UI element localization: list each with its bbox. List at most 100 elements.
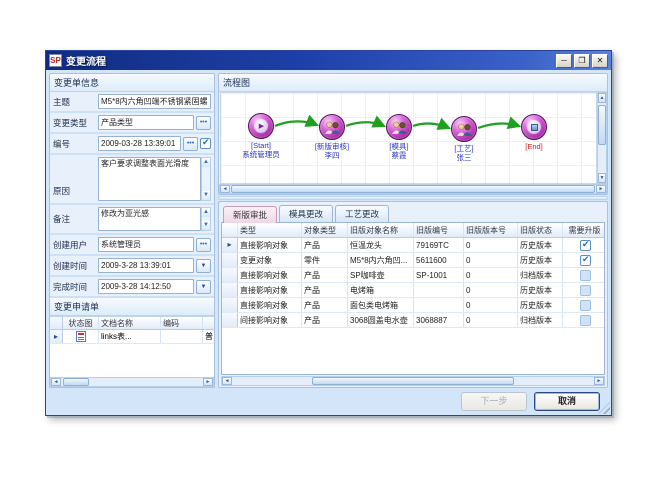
minimize-button[interactable]: ─ bbox=[556, 54, 572, 68]
change-type-input[interactable] bbox=[98, 115, 194, 130]
finished-time-label: 完成时间 bbox=[53, 281, 98, 293]
scroll-left-icon[interactable]: ◄ bbox=[220, 185, 230, 193]
col-old-code[interactable]: 旧版编号 bbox=[414, 223, 464, 237]
flow-node-end[interactable] bbox=[521, 114, 547, 140]
need-upgrade-checkbox[interactable] bbox=[580, 300, 591, 311]
row-selector-arrow: ▸ bbox=[227, 240, 231, 250]
need-upgrade-checkbox[interactable] bbox=[580, 270, 591, 281]
change-type-label: 变更类型 bbox=[53, 117, 98, 129]
change-request-grid: 状态图 文档名称 编码 ▸ links表... 普 bbox=[50, 316, 214, 377]
need-upgrade-checkbox[interactable] bbox=[580, 240, 591, 251]
creator-label: 创建用户 bbox=[53, 239, 98, 251]
scroll-up-icon[interactable]: ▲ bbox=[598, 93, 606, 103]
flow-chart-canvas[interactable]: ▶ [Start]系统管理员 bbox=[220, 92, 597, 184]
scroll-right-icon[interactable]: ► bbox=[596, 185, 606, 193]
end-cube-icon bbox=[531, 124, 538, 131]
scroll-down-icon[interactable]: ▼ bbox=[202, 191, 210, 200]
scroll-down-icon[interactable]: ▼ bbox=[202, 221, 210, 230]
table-row[interactable]: 直接影响对象 产品 面包类电烤箱 0 历史版本 bbox=[222, 298, 604, 313]
col-old-name[interactable]: 旧版对象名称 bbox=[348, 223, 414, 237]
reason-scrollbar[interactable]: ▲ ▼ bbox=[201, 157, 211, 201]
number-checkbox[interactable] bbox=[200, 138, 211, 149]
code-column-header[interactable]: 编码 bbox=[161, 317, 203, 329]
col-old-status[interactable]: 旧版状态 bbox=[518, 223, 563, 237]
flow-node-start[interactable]: ▶ bbox=[248, 113, 274, 139]
table-row[interactable]: 直接影响对象 产品 电烤箱 0 历史版本 bbox=[222, 283, 604, 298]
flow-vscrollbar[interactable]: ▲ ▼ bbox=[597, 92, 607, 184]
col-old-version[interactable]: 旧版版本号 bbox=[464, 223, 518, 237]
tab-strip: 新版审批 模具更改 工艺更改 bbox=[221, 204, 605, 222]
creator-input[interactable] bbox=[98, 237, 194, 252]
scroll-up-icon[interactable]: ▲ bbox=[202, 158, 210, 167]
reason-textarea[interactable]: 客户要求调整表面光滑度 bbox=[98, 157, 201, 201]
request-grid-hscrollbar[interactable]: ◄ ► bbox=[50, 377, 214, 387]
col-need-upgrade[interactable]: 需要升版 bbox=[563, 223, 605, 237]
need-upgrade-checkbox[interactable] bbox=[580, 255, 591, 266]
flow-node-mold[interactable] bbox=[386, 114, 412, 140]
reason-label: 原因 bbox=[53, 185, 98, 201]
scroll-down-icon[interactable]: ▼ bbox=[598, 173, 606, 183]
created-time-input[interactable] bbox=[98, 258, 194, 273]
subject-row: 主题 bbox=[50, 92, 214, 113]
table-row[interactable]: ▸ 直接影响对象 产品 恒温龙头 79169TC 0 历史版本 bbox=[222, 238, 604, 253]
code-cell bbox=[161, 330, 203, 343]
people-icon bbox=[324, 121, 341, 134]
app-icon: SP bbox=[49, 54, 62, 67]
flow-node-end-label: [End] bbox=[494, 142, 574, 151]
need-upgrade-checkbox[interactable] bbox=[580, 285, 591, 296]
doc-name-cell: links表... bbox=[99, 330, 161, 343]
right-panel: 流程图 bbox=[218, 73, 608, 388]
flow-node-craft[interactable] bbox=[451, 116, 477, 142]
col-object-type[interactable]: 对象类型 bbox=[302, 223, 348, 237]
scroll-left-icon[interactable]: ◄ bbox=[51, 378, 61, 386]
change-order-info-panel: 变更单信息 主题 变更类型 ••• 编号 ••• bbox=[49, 73, 215, 388]
flow-node-review[interactable] bbox=[319, 114, 345, 140]
desktop: SP 变更流程 ─ ❐ ✕ 变更单信息 主题 变更类型 ••• bbox=[0, 0, 660, 477]
number-input[interactable] bbox=[98, 136, 181, 151]
flow-chart-group: 流程图 bbox=[218, 73, 608, 195]
created-time-dropdown-icon[interactable]: ▼ bbox=[196, 259, 211, 273]
close-button[interactable]: ✕ bbox=[592, 54, 608, 68]
need-upgrade-checkbox[interactable] bbox=[580, 315, 591, 326]
finished-time-input[interactable] bbox=[98, 279, 194, 294]
scroll-right-icon[interactable]: ► bbox=[594, 377, 604, 385]
note-scrollbar[interactable]: ▲ ▼ bbox=[201, 207, 211, 231]
scrollbar-thumb[interactable] bbox=[312, 377, 515, 385]
creator-picker-icon[interactable]: ••• bbox=[196, 238, 211, 252]
panel-splitter[interactable] bbox=[218, 196, 608, 200]
maximize-button[interactable]: ❐ bbox=[574, 54, 590, 68]
scroll-right-icon[interactable]: ► bbox=[203, 378, 213, 386]
titlebar[interactable]: SP 变更流程 ─ ❐ ✕ bbox=[46, 51, 611, 70]
dialog-content: 变更单信息 主题 变更类型 ••• 编号 ••• bbox=[46, 70, 611, 415]
doc-name-column-header[interactable]: 文档名称 bbox=[99, 317, 161, 329]
tab-craft-change[interactable]: 工艺更改 bbox=[335, 205, 389, 222]
scroll-up-icon[interactable]: ▲ bbox=[202, 208, 210, 217]
col-type[interactable]: 类型 bbox=[238, 223, 302, 237]
extra-cell: 普 bbox=[203, 330, 214, 343]
scrollbar-thumb[interactable] bbox=[598, 105, 606, 145]
window-title: 变更流程 bbox=[66, 53, 554, 68]
detail-tab-group: 新版审批 模具更改 工艺更改 类型 对象类型 旧版对象名称 旧版编号 bbox=[218, 201, 608, 388]
finished-time-dropdown-icon[interactable]: ▼ bbox=[196, 280, 211, 294]
request-grid-row[interactable]: ▸ links表... 普 bbox=[50, 330, 214, 344]
cancel-button[interactable]: 取消 bbox=[534, 392, 600, 411]
scrollbar-thumb[interactable] bbox=[231, 185, 595, 193]
tab-mold-change[interactable]: 模具更改 bbox=[279, 205, 333, 222]
number-picker-icon[interactable]: ••• bbox=[183, 137, 198, 151]
flow-hscrollbar[interactable]: ◄ ► bbox=[219, 184, 607, 194]
table-row[interactable]: 变更对象 零件 M5*8内六角凹... 5611600 0 历史版本 M5*8 bbox=[222, 253, 604, 268]
subject-input[interactable] bbox=[98, 94, 211, 109]
table-hscrollbar[interactable]: ◄ ► bbox=[221, 376, 605, 386]
flow-chart-header: 流程图 bbox=[219, 74, 607, 92]
next-button[interactable]: 下一步 bbox=[461, 392, 527, 411]
table-row[interactable]: 间接影响对象 产品 3068圆盖电水壶 3068887 0 归档版本 bbox=[222, 313, 604, 328]
status-column-header[interactable]: 状态图 bbox=[63, 317, 99, 329]
tab-new-version-approval[interactable]: 新版审批 bbox=[223, 206, 277, 223]
scroll-left-icon[interactable]: ◄ bbox=[222, 377, 232, 385]
note-textarea[interactable]: 修改为亚光感 bbox=[98, 207, 201, 231]
finished-time-row: 完成时间 ▼ bbox=[50, 277, 214, 298]
scrollbar-thumb[interactable] bbox=[63, 378, 89, 386]
change-type-picker-icon[interactable]: ••• bbox=[196, 116, 211, 130]
table-row[interactable]: 直接影响对象 产品 SP咖啡壶 SP-1001 0 归档版本 SP咖 bbox=[222, 268, 604, 283]
subject-label: 主题 bbox=[53, 96, 98, 108]
